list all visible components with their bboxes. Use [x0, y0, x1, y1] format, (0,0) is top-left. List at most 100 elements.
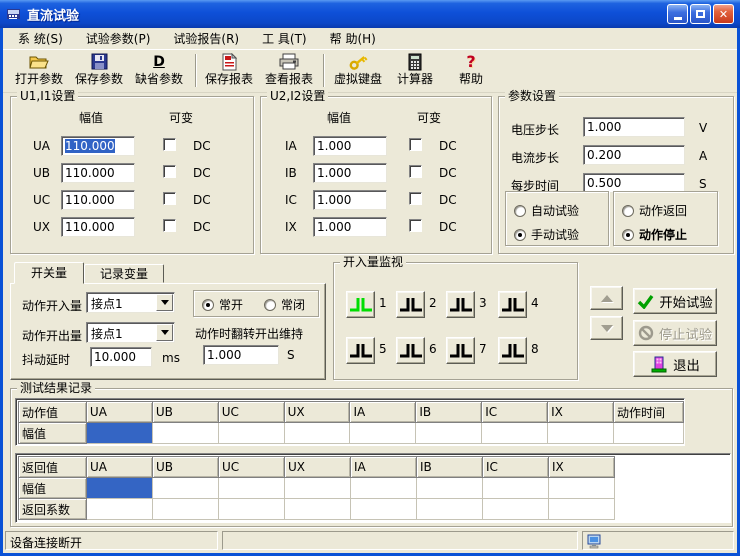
- ic-dc-checkbox[interactable]: [409, 192, 422, 205]
- cell[interactable]: [483, 478, 549, 499]
- cell-selected[interactable]: [87, 478, 153, 499]
- cell[interactable]: [417, 499, 483, 520]
- save-report-button[interactable]: 保存报表: [199, 52, 259, 91]
- ix-input[interactable]: [313, 217, 387, 237]
- col-header[interactable]: 动作值: [19, 402, 87, 423]
- menu-help[interactable]: 帮 助(H): [321, 28, 385, 49]
- col-header[interactable]: IX: [548, 402, 614, 423]
- tab-switch[interactable]: 开关量: [14, 262, 84, 284]
- uc-input[interactable]: [61, 190, 135, 210]
- ua-dc-checkbox[interactable]: [163, 138, 176, 151]
- cell[interactable]: [613, 423, 683, 444]
- chevron-down-icon[interactable]: [156, 324, 173, 341]
- ib-dc-checkbox[interactable]: [409, 165, 422, 178]
- col-header[interactable]: IC: [482, 402, 548, 423]
- col-header[interactable]: UC: [218, 402, 284, 423]
- contact-button-3[interactable]: [446, 291, 475, 318]
- col-header[interactable]: IC: [483, 457, 549, 478]
- row-header[interactable]: 幅值: [19, 423, 87, 444]
- cell[interactable]: [219, 499, 285, 520]
- default-params-button[interactable]: D 缺省参数: [129, 52, 189, 91]
- cell[interactable]: [152, 423, 218, 444]
- ia-dc-checkbox[interactable]: [409, 138, 422, 151]
- ub-input[interactable]: [61, 163, 135, 183]
- menu-tools[interactable]: 工 具(T): [253, 28, 316, 49]
- cell[interactable]: [549, 478, 615, 499]
- uc-dc-checkbox[interactable]: [163, 192, 176, 205]
- cell[interactable]: [482, 423, 548, 444]
- cell[interactable]: [351, 478, 417, 499]
- col-header[interactable]: UB: [153, 457, 219, 478]
- cell[interactable]: [153, 499, 219, 520]
- col-header[interactable]: UA: [87, 457, 153, 478]
- contact-button-4[interactable]: [498, 291, 527, 318]
- col-header[interactable]: UX: [285, 457, 351, 478]
- save-params-button[interactable]: 保存参数: [69, 52, 129, 91]
- menu-test-report[interactable]: 试验报告(R): [164, 28, 248, 49]
- col-header[interactable]: IA: [350, 402, 416, 423]
- row-header[interactable]: 返回系数: [19, 499, 87, 520]
- contact-button-8[interactable]: [498, 337, 527, 364]
- cell[interactable]: [284, 423, 350, 444]
- cell[interactable]: [483, 499, 549, 520]
- cell[interactable]: [219, 478, 285, 499]
- col-header[interactable]: 返回值: [19, 457, 87, 478]
- action-output-combo[interactable]: 接点1: [86, 322, 175, 343]
- menu-system[interactable]: 系 统(S): [9, 28, 72, 49]
- auto-test-radio[interactable]: 自动试验: [514, 202, 579, 219]
- ib-input[interactable]: [313, 163, 387, 183]
- col-header[interactable]: IB: [416, 402, 482, 423]
- row-header[interactable]: 幅值: [19, 478, 87, 499]
- action-input-combo[interactable]: 接点1: [86, 292, 175, 313]
- ia-input[interactable]: [313, 136, 387, 156]
- manual-test-radio[interactable]: 手动试验: [514, 226, 579, 243]
- cell[interactable]: [548, 423, 614, 444]
- step-time-input[interactable]: [583, 173, 685, 193]
- tab-record-vars[interactable]: 记录变量: [84, 264, 164, 283]
- cell[interactable]: [351, 499, 417, 520]
- ub-dc-checkbox[interactable]: [163, 165, 176, 178]
- action-stop-radio[interactable]: 动作停止: [622, 226, 687, 243]
- exit-button[interactable]: 退出: [633, 351, 717, 377]
- ux-dc-checkbox[interactable]: [163, 219, 176, 232]
- contact-button-1[interactable]: [346, 291, 375, 318]
- cell[interactable]: [218, 423, 284, 444]
- ua-input[interactable]: 110.000: [61, 136, 135, 156]
- ux-input[interactable]: [61, 217, 135, 237]
- step-down-button[interactable]: [590, 316, 623, 340]
- step-up-button[interactable]: [590, 286, 623, 310]
- ic-input[interactable]: [313, 190, 387, 210]
- open-params-button[interactable]: 打开参数: [9, 52, 69, 91]
- menu-test-params[interactable]: 试验参数(P): [77, 28, 160, 49]
- ix-dc-checkbox[interactable]: [409, 219, 422, 232]
- cell[interactable]: [416, 423, 482, 444]
- contact-button-5[interactable]: [346, 337, 375, 364]
- minimize-button[interactable]: [667, 4, 688, 24]
- cell[interactable]: [87, 499, 153, 520]
- col-header[interactable]: UB: [152, 402, 218, 423]
- stop-test-button[interactable]: 停止试验: [633, 320, 717, 346]
- cell[interactable]: [285, 478, 351, 499]
- cell[interactable]: [417, 478, 483, 499]
- view-report-button[interactable]: 查看报表: [259, 52, 319, 91]
- normally-closed-radio[interactable]: 常闭: [264, 296, 305, 313]
- cell[interactable]: [350, 423, 416, 444]
- hold-input[interactable]: [203, 345, 279, 365]
- virtual-keyboard-button[interactable]: 虚拟键盘: [329, 52, 387, 91]
- cell[interactable]: [153, 478, 219, 499]
- start-test-button[interactable]: 开始试验: [633, 288, 717, 314]
- cell[interactable]: [285, 499, 351, 520]
- chevron-down-icon[interactable]: [156, 294, 173, 311]
- cell[interactable]: [549, 499, 615, 520]
- calculator-button[interactable]: 计算器: [387, 52, 443, 91]
- col-header[interactable]: 动作时间: [613, 402, 683, 423]
- col-header[interactable]: UA: [86, 402, 152, 423]
- normally-open-radio[interactable]: 常开: [202, 296, 243, 313]
- col-header[interactable]: IB: [417, 457, 483, 478]
- current-step-input[interactable]: [583, 145, 685, 165]
- col-header[interactable]: UX: [284, 402, 350, 423]
- col-header[interactable]: IX: [549, 457, 615, 478]
- debounce-input[interactable]: [90, 347, 152, 367]
- close-button[interactable]: ✕: [713, 4, 734, 24]
- col-header[interactable]: IA: [351, 457, 417, 478]
